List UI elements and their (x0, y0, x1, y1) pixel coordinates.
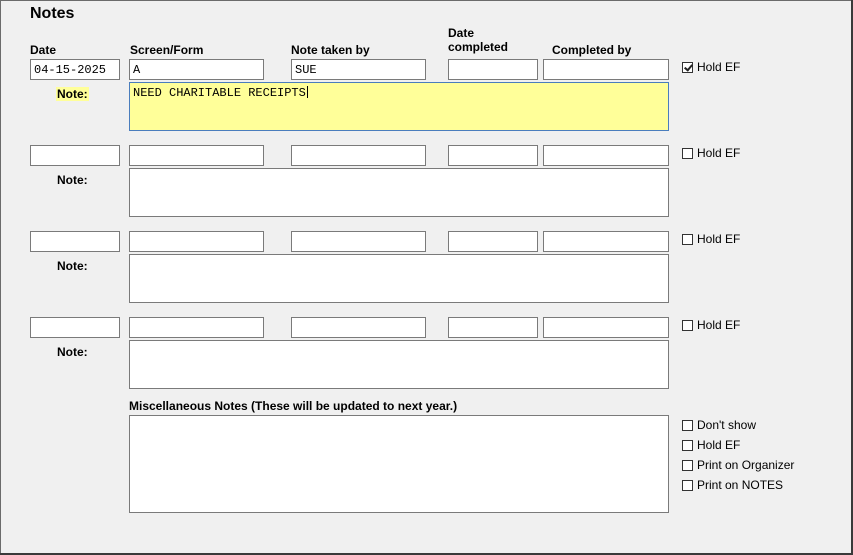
row2-date-completed-input[interactable] (448, 145, 538, 166)
row1-hold-ef-label: Hold EF (697, 60, 741, 74)
row4-note-label: Note: (57, 345, 88, 359)
row4-hold-ef-label: Hold EF (697, 318, 741, 332)
row3-note-label: Note: (57, 259, 88, 273)
header-note-taken-by: Note taken by (291, 43, 370, 57)
row1-completed-by-input[interactable] (543, 59, 669, 80)
row4-note-textarea[interactable] (129, 340, 669, 389)
row2-hold-ef-label: Hold EF (697, 146, 741, 160)
print-on-notes-label: Print on NOTES (697, 478, 784, 492)
row1-note-text: NEED CHARITABLE RECEIPTS (133, 86, 306, 100)
page-title: Notes (30, 5, 75, 22)
row2-note-taken-by-input[interactable] (291, 145, 426, 166)
checkbox-checked-icon[interactable] (682, 61, 693, 73)
row1-date-input[interactable]: 04-15-2025 (30, 59, 120, 80)
checkbox-icon[interactable] (682, 319, 693, 331)
header-date-completed-line1: Date (448, 26, 475, 40)
row2-note-label: Note: (57, 173, 88, 187)
text-cursor (306, 86, 308, 98)
row3-hold-ef-checkbox[interactable]: Hold EF (682, 232, 740, 246)
row1-hold-ef-checkbox[interactable]: Hold EF (682, 60, 740, 74)
header-completed-by: Completed by (552, 43, 632, 57)
row4-date-input[interactable] (30, 317, 120, 338)
checkbox-icon[interactable] (682, 147, 693, 159)
row2-hold-ef-checkbox[interactable]: Hold EF (682, 146, 740, 160)
misc-notes-textarea[interactable] (129, 415, 669, 513)
row4-note-taken-by-input[interactable] (291, 317, 426, 338)
row4-completed-by-input[interactable] (543, 317, 669, 338)
row3-date-input[interactable] (30, 231, 120, 252)
row1-date-completed-input[interactable] (448, 59, 538, 80)
checkbox-icon[interactable] (682, 439, 693, 451)
row1-screen-form-input[interactable]: A (129, 59, 264, 80)
misc-notes-label: Miscellaneous Notes (These will be updat… (129, 399, 458, 413)
header-date-completed: Date completed (448, 26, 508, 54)
row2-note-textarea[interactable] (129, 168, 669, 217)
row3-note-textarea[interactable] (129, 254, 669, 303)
row3-hold-ef-label: Hold EF (697, 232, 741, 246)
print-on-organizer-checkbox[interactable]: Print on Organizer (682, 458, 794, 472)
row3-completed-by-input[interactable] (543, 231, 669, 252)
dont-show-checkbox[interactable]: Don't show (682, 418, 756, 432)
row2-screen-form-input[interactable] (129, 145, 264, 166)
checkbox-icon[interactable] (682, 419, 693, 431)
row1-note-taken-by-input[interactable]: SUE (291, 59, 426, 80)
misc-hold-ef-label: Hold EF (697, 438, 741, 452)
print-on-organizer-label: Print on Organizer (697, 458, 795, 472)
row2-completed-by-input[interactable] (543, 145, 669, 166)
dont-show-label: Don't show (697, 418, 756, 432)
misc-hold-ef-checkbox[interactable]: Hold EF (682, 438, 740, 452)
header-date: Date (30, 43, 57, 57)
row3-note-taken-by-input[interactable] (291, 231, 426, 252)
row1-note-label: Note: (56, 87, 89, 101)
row2-date-input[interactable] (30, 145, 120, 166)
row3-date-completed-input[interactable] (448, 231, 538, 252)
row4-screen-form-input[interactable] (129, 317, 264, 338)
row4-date-completed-input[interactable] (448, 317, 538, 338)
header-screen-form: Screen/Form (130, 43, 204, 57)
row3-screen-form-input[interactable] (129, 231, 264, 252)
checkbox-icon[interactable] (682, 233, 693, 245)
row4-hold-ef-checkbox[interactable]: Hold EF (682, 318, 740, 332)
header-date-completed-line2: completed (448, 40, 509, 54)
print-on-notes-checkbox[interactable]: Print on NOTES (682, 478, 783, 492)
checkbox-icon[interactable] (682, 459, 693, 471)
checkbox-icon[interactable] (682, 479, 693, 491)
row1-note-textarea[interactable]: NEED CHARITABLE RECEIPTS (129, 82, 669, 131)
